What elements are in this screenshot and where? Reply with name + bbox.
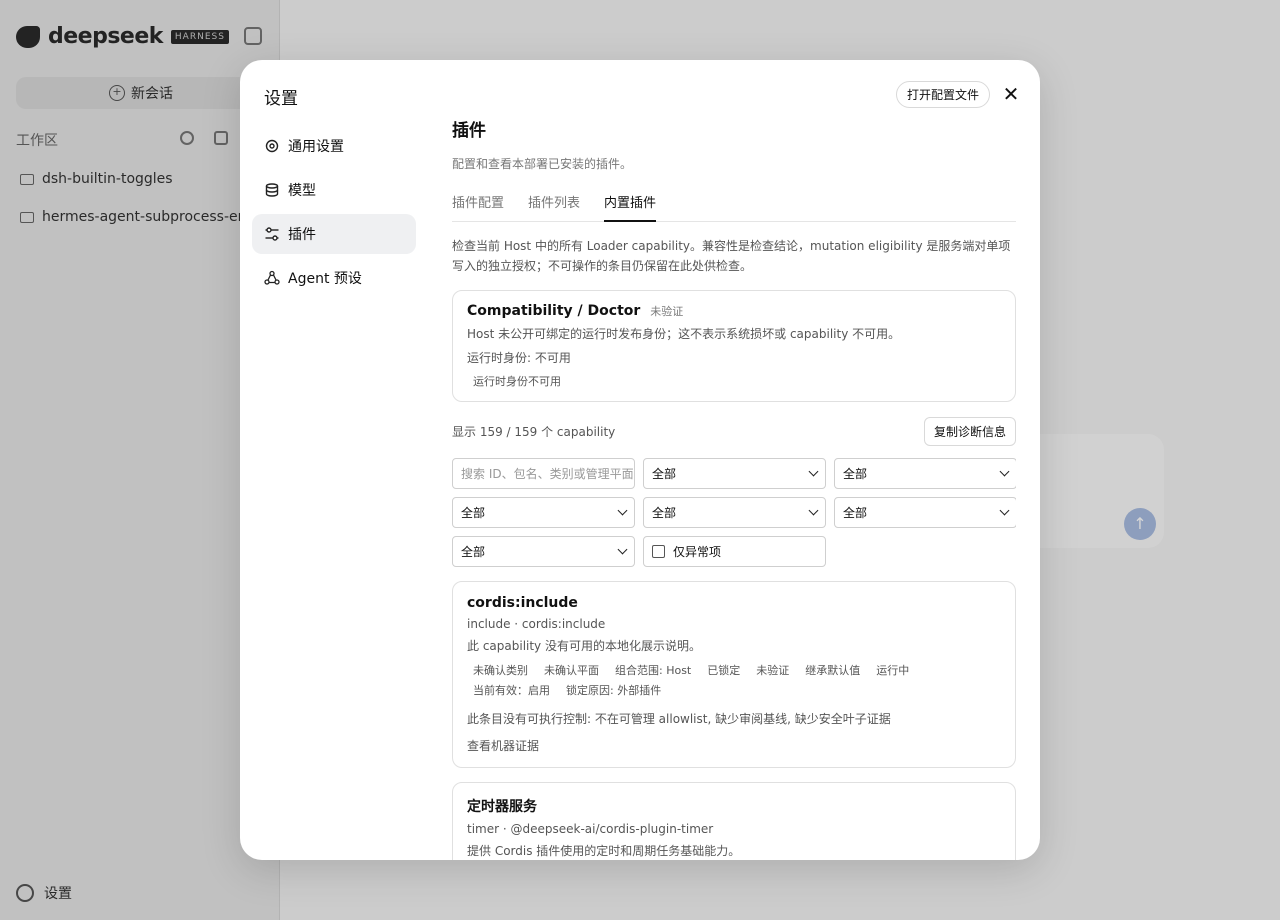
agent-icon [264,270,280,286]
capability-tag: 当前有效：启用 [473,684,550,697]
runtime-identity-note: 运行时身份不可用 [473,375,561,388]
page-subtitle: 配置和查看本部署已安装的插件。 [452,157,633,171]
open-config-button[interactable]: 打开配置文件 [896,81,991,108]
filter-select-value: 全部 [652,506,677,520]
count-row: 显示 159 / 159 个 capability 复制诊断信息 [452,416,1016,446]
filter-grid: 搜索 ID、包名、类别或管理平面 全部 全部 全部 全部 全部 全部 仅异常项 [452,458,1016,567]
nav-item-label: Agent 预设 [288,271,362,287]
capability-tag: 继承默认值 [805,664,861,677]
chevron-down-icon [808,466,819,477]
chevron-down-icon [808,505,819,516]
capability-meta: include · cordis:include [467,617,606,631]
database-icon [264,182,280,198]
filter-select[interactable]: 全部 [834,497,1016,528]
doctor-title: Compatibility / Doctor 未验证 [467,303,1001,319]
chevron-down-icon [617,544,628,555]
doctor-message: Host 未公开可绑定的运行时发布身份；这不表示系统损坏或 capability… [467,327,901,341]
capability-tag: 未确认类别 [473,664,528,677]
settings-modal: 设置 打开配置文件 ✕ 通用设置 模型 插件 Agent 预设 插件 配置和查看… [240,60,1040,860]
capability-card: 定时器服务 timer · @deepseek-ai/cordis-plugin… [452,782,1016,860]
tab-plugin-config[interactable]: 插件配置 [452,190,504,221]
filter-select[interactable]: 全部 [452,497,635,528]
capability-tag: 运行中 [876,664,910,677]
chevron-down-icon [617,505,628,516]
filter-select-value: 全部 [652,467,677,481]
filter-select-value: 全部 [843,506,868,520]
gear-icon [264,138,280,154]
capability-card: cordis:include include · cordis:include … [452,581,1016,768]
capability-count: 显示 159 / 159 个 capability [452,424,616,439]
chevron-down-icon [999,505,1010,516]
panel-description: 检查当前 Host 中的所有 Loader capability。兼容性是检查结… [452,239,1011,273]
copy-diagnostics-button[interactable]: 复制诊断信息 [923,416,1016,446]
capability-tag: 未确认平面 [544,664,599,677]
filter-select[interactable]: 全部 [643,458,826,489]
tab-plugin-list[interactable]: 插件列表 [528,190,580,221]
capability-description: 提供 Cordis 插件使用的定时和周期任务基础能力。 [467,844,741,858]
nav-item-label: 插件 [288,227,316,243]
nav-item-model[interactable]: 模型 [252,170,416,210]
capability-title: cordis:include [467,595,578,611]
chevron-down-icon [999,466,1010,477]
nav-item-general[interactable]: 通用设置 [252,126,416,166]
capability-control-note: 此条目没有可执行控制: 不在可管理 allowlist, 缺少审阅基线, 缺少安… [467,712,891,726]
filter-select[interactable]: 全部 [452,536,635,567]
anomaly-only-label: 仅异常项 [673,545,722,559]
plugins-panel: 插件 配置和查看本部署已安装的插件。 插件配置 插件列表 内置插件 检查当前 H… [452,114,1016,860]
search-input[interactable]: 搜索 ID、包名、类别或管理平面 [452,458,635,489]
settings-nav: 通用设置 模型 插件 Agent 预设 [252,126,416,302]
sliders-icon [264,226,280,242]
capability-tag: 未验证 [756,664,790,677]
nav-item-label: 模型 [288,183,316,199]
plugin-tabs: 插件配置 插件列表 内置插件 [452,190,1016,222]
filter-select-value: 全部 [461,545,486,559]
status-badge: 未验证 [650,305,684,318]
capability-tags: 未确认类别 未确认平面 组合范围: Host 已锁定 未验证 继承默认值 运行中… [467,662,1001,698]
filter-select[interactable]: 全部 [643,497,826,528]
capability-tag: 锁定原因: 外部插件 [566,684,662,697]
capability-title: 定时器服务 [467,799,537,815]
filter-select[interactable]: 全部 [834,458,1016,489]
page-title: 插件 [452,121,486,141]
capability-tag: 组合范围: Host [615,664,692,677]
filter-select-value: 全部 [843,467,868,481]
modal-title: 设置 [264,89,298,109]
doctor-title-text: Compatibility / Doctor [467,303,641,319]
nav-item-label: 通用设置 [288,139,344,155]
filter-select-value: 全部 [461,506,486,520]
anomaly-only-toggle[interactable]: 仅异常项 [643,536,826,567]
nav-item-plugins[interactable]: 插件 [252,214,416,254]
checkbox[interactable] [652,545,665,558]
tab-builtin-plugins[interactable]: 内置插件 [604,190,657,222]
capability-tag: 已锁定 [707,664,741,677]
capability-description: 此 capability 没有可用的本地化展示说明。 [467,639,701,653]
doctor-card: Compatibility / Doctor 未验证 Host 未公开可绑定的运行… [452,290,1016,402]
view-evidence-link[interactable]: 查看机器证据 [467,737,1001,754]
capability-meta: timer · @deepseek-ai/cordis-plugin-timer [467,822,714,836]
runtime-identity: 运行时身份: 不可用 [467,351,571,365]
nav-item-agent-presets[interactable]: Agent 预设 [252,258,416,298]
close-icon[interactable]: ✕ [1000,84,1022,106]
